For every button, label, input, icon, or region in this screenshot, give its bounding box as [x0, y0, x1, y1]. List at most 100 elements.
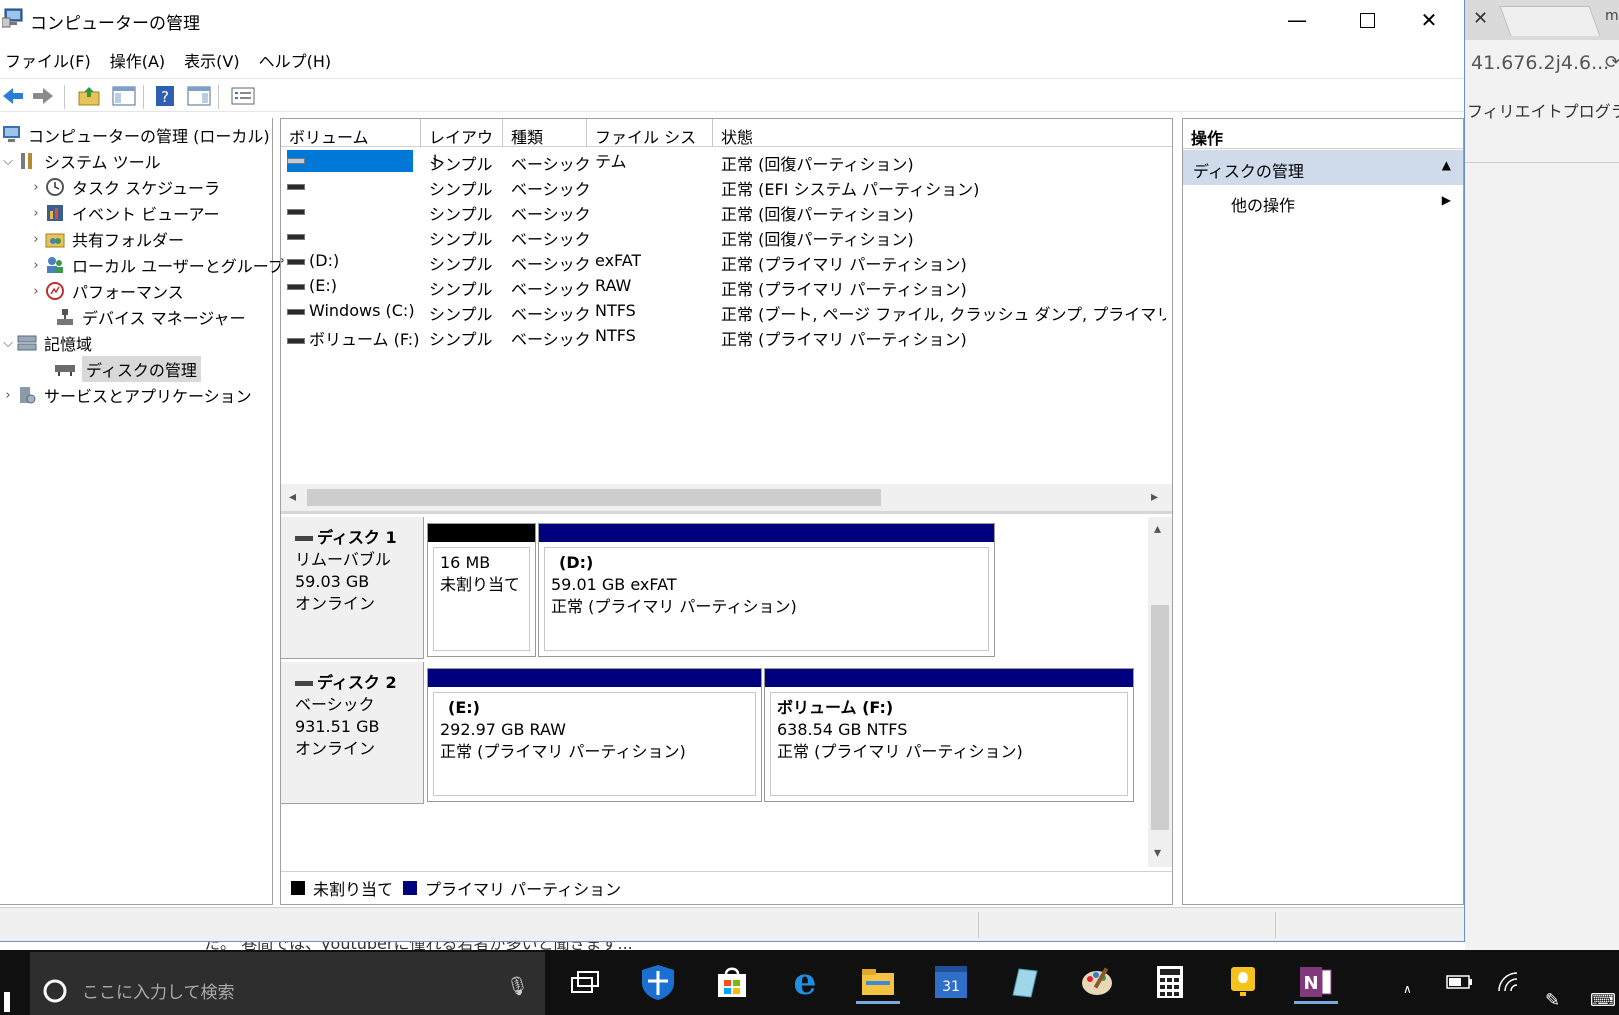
scroll-up-icon[interactable]: ▴ [1154, 521, 1161, 537]
tree-item-event-viewer[interactable]: › イベント ビューアー [28, 200, 220, 226]
pen-icon[interactable]: ✎ [1545, 990, 1560, 1011]
column-header-status[interactable]: 状態 [713, 119, 1172, 147]
table-row[interactable]: (E:) シンプル ベーシック RAW 正常 (プライマリ パーティション) [281, 274, 1172, 299]
chevron-right-icon[interactable]: › [28, 284, 44, 299]
chevron-right-icon[interactable]: › [28, 258, 44, 273]
partition-disk1-unallocated[interactable]: 16 MB 未割り当て [427, 523, 536, 657]
forward-button[interactable] [30, 83, 56, 109]
keyboard-icon[interactable]: ⌨ [1590, 990, 1616, 1011]
tree-item-storage[interactable]: ⌵ 記憶域 [0, 330, 92, 356]
chevron-right-icon[interactable]: › [0, 388, 16, 403]
chevron-right-icon[interactable]: › [28, 180, 44, 195]
edge-icon: e [793, 961, 817, 1003]
horizontal-scroll-thumb[interactable] [307, 489, 881, 506]
table-row[interactable]: シンプル ベーシック 正常 (EFI システム パーティション) [281, 174, 1172, 199]
browser-menu-icon[interactable]: m [1605, 8, 1619, 24]
collapse-up-icon[interactable]: ▲ [1442, 158, 1451, 172]
tree-item-computer-management[interactable]: コンピューターの管理 (ローカル) [0, 122, 270, 148]
chevron-down-icon[interactable]: ⌵ [0, 154, 16, 169]
column-header-layout[interactable]: レイアウト [421, 119, 503, 171]
status-cell: 正常 (プライマリ パーティション) [721, 255, 967, 274]
microphone-icon[interactable]: 🎙 [506, 976, 529, 997]
table-row[interactable]: ボリューム (F:) シンプル ベーシック NTFS 正常 (プライマリ パーテ… [281, 324, 1172, 349]
disk-management-icon [54, 358, 76, 380]
svg-text:N: N [1303, 973, 1318, 994]
column-header-filesystem[interactable]: ファイル システム [587, 119, 713, 171]
tree-item-local-users-groups[interactable]: › ローカル ユーザーとグループ [28, 252, 284, 278]
taskbar-edge-browser[interactable]: e [783, 960, 827, 1004]
maximize-button[interactable] [1332, 0, 1402, 40]
chevron-down-icon[interactable]: ⌵ [0, 336, 16, 351]
taskbar-calendar-app[interactable]: 31 [929, 960, 973, 1004]
back-button[interactable] [0, 83, 26, 109]
battery-status[interactable] [1438, 960, 1482, 1004]
tree-item-device-manager[interactable]: デバイス マネージャー [44, 304, 246, 330]
taskbar-onenote-app[interactable]: N [1294, 960, 1338, 1004]
menu-action[interactable]: 操作(A) [105, 42, 177, 74]
table-row[interactable]: シンプル ベーシック 正常 (回復パーティション) [281, 199, 1172, 224]
volume-cell-selected[interactable] [287, 150, 413, 172]
menu-file[interactable]: ファイル(F) [0, 42, 103, 74]
more-actions-item[interactable]: 他の操作 ▶ [1183, 185, 1463, 219]
scroll-right-icon[interactable]: ▸ [1151, 489, 1158, 505]
menu-help[interactable]: ヘルプ(H) [254, 42, 344, 74]
scroll-left-icon[interactable]: ◂ [289, 489, 296, 505]
partition-disk1-d[interactable]: (D:) 59.01 GB exFAT 正常 (プライマリ パーティション) [538, 523, 995, 657]
browser-url-text[interactable]: 41.676.2j4.6... [1471, 52, 1609, 74]
partition-disk2-f[interactable]: ボリューム (F:) 638.54 GB NTFS 正常 (プライマリ パーティ… [764, 668, 1134, 802]
column-header-type[interactable]: 種類 [503, 119, 587, 147]
type-cell: ベーシック [511, 205, 591, 224]
taskbar-paint-app[interactable] [1075, 960, 1119, 1004]
task-view-button[interactable] [563, 960, 607, 1004]
taskbar-tips-app[interactable] [1221, 960, 1265, 1004]
search-placeholder: ここに入力して検索 [82, 983, 235, 1003]
tree-item-performance[interactable]: › パフォーマンス [28, 278, 184, 304]
filesystem-cell: NTFS [595, 326, 636, 345]
disk-2-label[interactable]: ディスク 2 ベーシック 931.51 GB オンライン [281, 662, 424, 804]
taskbar-file-explorer[interactable] [856, 960, 900, 1004]
tab-close-icon[interactable]: ✕ [1473, 8, 1488, 29]
start-button-edge[interactable] [4, 992, 10, 1012]
close-button[interactable]: ✕ [1394, 0, 1464, 40]
partition-disk2-e[interactable]: (E:) 292.97 GB RAW 正常 (プライマリ パーティション) [427, 668, 762, 802]
column-header-volume[interactable]: ボリューム [281, 119, 421, 147]
tree-item-task-scheduler[interactable]: › タスク スケジューラ [28, 174, 220, 200]
table-row[interactable]: Windows (C:) シンプル ベーシック NTFS 正常 (ブート, ペー… [281, 299, 1172, 324]
taskbar-notepad-app[interactable] [1002, 960, 1046, 1004]
table-row[interactable]: (D:) シンプル ベーシック exFAT 正常 (プライマリ パーティション) [281, 249, 1172, 274]
show-hide-action-pane-button[interactable] [186, 83, 212, 109]
help-button[interactable]: ? [152, 83, 178, 109]
menu-view[interactable]: 表示(V) [179, 42, 251, 74]
properties-button[interactable] [230, 83, 256, 109]
tree-item-shared-folders[interactable]: › 共有フォルダー [28, 226, 184, 252]
scroll-down-icon[interactable]: ▾ [1154, 845, 1161, 861]
show-hidden-icons-chevron-icon[interactable]: ∧ [1403, 982, 1412, 996]
browser-tab[interactable] [1499, 6, 1601, 36]
taskbar-calculator-app[interactable] [1148, 960, 1192, 1004]
chevron-right-icon[interactable]: › [28, 206, 44, 221]
minimize-button[interactable]: — [1262, 0, 1332, 40]
tree-label: 記憶域 [44, 335, 93, 354]
vertical-scrollbar[interactable]: ▴ ▾ [1148, 517, 1172, 867]
browser-page-link[interactable]: フィリエイトプログラムの [1467, 98, 1619, 122]
tree-item-services-applications[interactable]: › サービスとアプリケーション [0, 382, 252, 408]
chevron-right-icon[interactable]: › [28, 232, 44, 247]
forward-arrow-icon [33, 88, 53, 104]
vertical-scroll-thumb[interactable] [1151, 605, 1169, 830]
active-app-indicator [856, 1001, 900, 1004]
disk-1-label[interactable]: ディスク 1 リムーバブル 59.03 GB オンライン [281, 517, 424, 659]
network-status[interactable] [1488, 960, 1532, 1004]
taskbar-security-app[interactable] [636, 960, 680, 1004]
tree-item-system-tools[interactable]: ⌵ システム ツール [0, 148, 161, 174]
taskbar-store-app[interactable] [710, 960, 754, 1004]
tree-item-disk-management[interactable]: ディスクの管理 [44, 356, 201, 382]
up-one-level-button[interactable] [76, 83, 102, 109]
table-row[interactable]: シンプル ベーシック 正常 (回復パーティション) [281, 149, 1172, 174]
taskbar-search-box[interactable]: ここに入力して検索 🎙 [30, 952, 545, 1015]
actions-section-disk-management[interactable]: ディスクの管理 ▲ [1183, 149, 1463, 185]
partition-title: (D:) [559, 553, 594, 572]
refresh-icon[interactable]: ⟳ [1605, 52, 1619, 73]
table-row[interactable]: シンプル ベーシック 正常 (回復パーティション) [281, 224, 1172, 249]
show-hide-console-tree-button[interactable] [111, 83, 137, 109]
horizontal-scrollbar[interactable]: ◂ ▸ [281, 484, 1172, 511]
